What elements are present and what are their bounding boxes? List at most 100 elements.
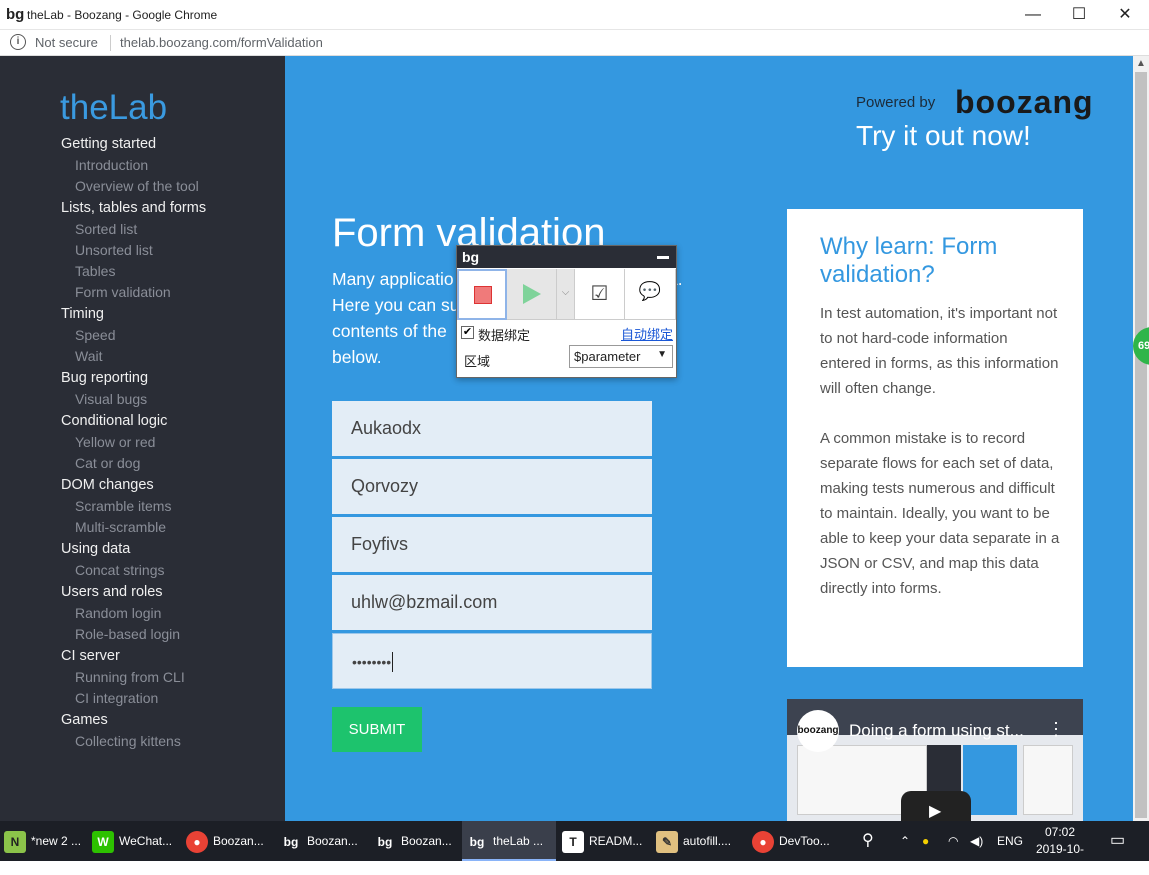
info-icon[interactable]: i [10, 34, 26, 50]
channel-avatar[interactable]: boozang [797, 710, 839, 752]
notification-icon[interactable]: ▭ [1110, 821, 1125, 861]
first-name-field[interactable]: Aukaodx [332, 401, 652, 457]
more-icon[interactable]: ⋮ [1047, 719, 1065, 740]
nav-users-and-roles[interactable]: Users and roles [61, 584, 163, 600]
nav-ci-server[interactable]: CI server [61, 648, 120, 664]
taskbar-item-typora[interactable]: T READM... [558, 821, 652, 861]
window-title: theLab - Boozang - Google Chrome [27, 8, 218, 22]
close-button[interactable]: ✕ [1102, 0, 1148, 30]
url-field[interactable]: thelab.boozang.com/formValidation [120, 35, 323, 50]
nav-multi-scramble[interactable]: Multi-scramble [75, 519, 166, 535]
taskbar-item-wechat[interactable]: W WeChat... [90, 821, 184, 861]
scrollbar-thumb[interactable] [1135, 72, 1147, 818]
nav-tables[interactable]: Tables [75, 263, 115, 279]
nav-collecting-kittens[interactable]: Collecting kittens [75, 733, 181, 749]
taskbar-item-boozang[interactable]: bg Boozan... [372, 821, 462, 861]
wifi-icon[interactable]: ◠ [948, 821, 958, 861]
submit-button[interactable]: SUBMIT [332, 707, 422, 752]
nav-ci-integration[interactable]: CI integration [75, 690, 158, 706]
nav-using-data[interactable]: Using data [61, 541, 130, 557]
nav-scramble-items[interactable]: Scramble items [75, 498, 171, 514]
nav-games[interactable]: Games [61, 712, 108, 728]
card-heading: Why learn: Form validation? [820, 233, 998, 288]
data-binding-checkbox[interactable]: ✔ [461, 326, 474, 339]
main-content: Powered by boozang Try it out now! Form … [285, 56, 1133, 821]
nav-cat-or-dog[interactable]: Cat or dog [75, 455, 140, 471]
chevron-up-icon[interactable]: ⌃ [900, 821, 910, 861]
nav-sorted-list[interactable]: Sorted list [75, 221, 137, 237]
typora-icon: T [562, 830, 584, 853]
volume-icon[interactable]: ◀) [970, 821, 983, 861]
email-field[interactable]: uhlw@bzmail.com [332, 575, 652, 631]
chevron-down-icon[interactable]: ⌵ [557, 269, 575, 320]
nav-wait[interactable]: Wait [75, 348, 102, 364]
nav-role-based-login[interactable]: Role-based login [75, 626, 180, 642]
video-title[interactable]: Doing a form using st... [849, 721, 1024, 741]
data-binding-label: 数据绑定 [478, 328, 531, 343]
taskbar-item-devtools[interactable]: ● DevToo... [748, 821, 842, 861]
nav-random-login[interactable]: Random login [75, 605, 161, 621]
nav-form-validation[interactable]: Form validation [75, 284, 171, 300]
record-button[interactable] [457, 269, 507, 320]
play-icon: ▶ [929, 803, 942, 820]
area-select[interactable]: $parameter ▼ [569, 345, 673, 368]
recorder-header[interactable]: bg [457, 246, 676, 268]
language-indicator[interactable]: ENG [997, 821, 1023, 861]
auto-bind-link[interactable]: 自动绑定 [621, 324, 673, 343]
text-cursor [392, 652, 394, 673]
play-icon [523, 284, 541, 304]
nav-speed[interactable]: Speed [75, 327, 115, 343]
boozang-logo[interactable]: boozang [955, 84, 1094, 121]
page-scrollbar[interactable]: ▲ [1133, 56, 1149, 821]
password-field[interactable]: •••••••• [332, 633, 652, 689]
thelab-logo[interactable]: theLab [60, 88, 167, 128]
taskbar-item-notepad[interactable]: N *new 2 ... [0, 821, 90, 861]
play-button[interactable]: ▶ [901, 791, 971, 821]
last-name-field[interactable]: Qorvozy [332, 459, 652, 515]
nav-unsorted-list[interactable]: Unsorted list [75, 242, 153, 258]
security-label[interactable]: Not secure [35, 35, 98, 50]
nav-timing[interactable]: Timing [61, 306, 104, 322]
powered-by-label: Powered by [856, 94, 936, 111]
nav-lists-tables-forms[interactable]: Lists, tables and forms [61, 200, 206, 216]
chrome-icon: ● [752, 830, 774, 853]
clock[interactable]: 07:02 2019-10-21 [1030, 824, 1090, 875]
clock-date: 2019-10-21 [1035, 842, 1085, 873]
taskbar-label: theLab ... [493, 834, 544, 848]
taskbar-item-thelab[interactable]: bg theLab ... [462, 821, 556, 861]
card-paragraph: A common mistake is to record separate f… [820, 430, 1060, 597]
minimize-icon[interactable] [657, 256, 669, 259]
nav-concat-strings[interactable]: Concat strings [75, 562, 164, 578]
try-it-link[interactable]: Try it out now! [856, 120, 1031, 152]
nav-introduction[interactable]: Introduction [75, 157, 148, 173]
minimize-button[interactable]: — [1010, 0, 1056, 30]
taskbar-item-boozang[interactable]: bg Boozan... [278, 821, 372, 861]
taskbar-item-chrome[interactable]: ● Boozan... [184, 821, 278, 861]
nav-yellow-or-red[interactable]: Yellow or red [75, 434, 155, 450]
area-select-value: $parameter [574, 349, 641, 364]
taskbar: N *new 2 ... W WeChat... ● Boozan... bg Booz… [0, 821, 1149, 873]
video-embed[interactable]: boozang Doing a form using st... ⋮ ▶ [787, 699, 1083, 821]
play-button[interactable] [507, 269, 557, 320]
stop-icon [474, 286, 492, 304]
clock-time: 07:02 [1044, 825, 1076, 839]
maximize-button[interactable]: ☐ [1056, 0, 1102, 30]
nav-conditional-logic[interactable]: Conditional logic [61, 413, 167, 429]
chevron-down-icon: ▼ [657, 349, 667, 360]
nav-visual-bugs[interactable]: Visual bugs [75, 391, 147, 407]
taskbar-label: *new 2 ... [31, 834, 82, 848]
taskbar-item-paint[interactable]: ✎ autofill.... [652, 821, 746, 861]
scroll-up-icon[interactable]: ▲ [1136, 58, 1146, 69]
people-icon[interactable]: ⚲ [862, 821, 874, 861]
nav-running-from-cli[interactable]: Running from CLI [75, 669, 185, 685]
comment-icon[interactable]: 💬 [625, 269, 676, 320]
nav-overview[interactable]: Overview of the tool [75, 178, 199, 194]
username-field[interactable]: Foyfivs [332, 517, 652, 573]
paint-icon: ✎ [656, 830, 678, 853]
nav-dom-changes[interactable]: DOM changes [61, 477, 154, 493]
nav-bug-reporting[interactable]: Bug reporting [61, 370, 148, 386]
nav-getting-started[interactable]: Getting started [61, 136, 156, 152]
assert-check-icon[interactable]: ☑ [575, 269, 625, 320]
network-app-icon[interactable]: ● [922, 821, 929, 861]
taskbar-label: READM... [589, 834, 643, 848]
